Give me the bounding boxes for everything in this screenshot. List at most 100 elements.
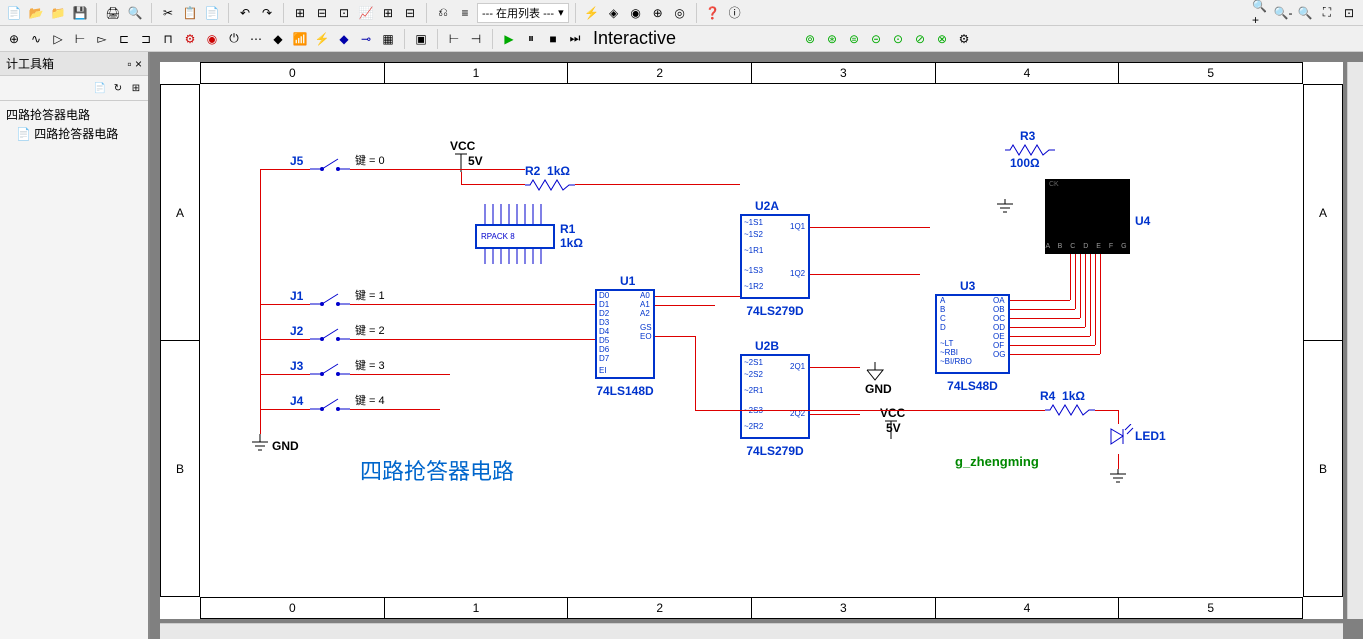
schematic-drawing[interactable]: J5 键 = 0 J1 键 = 1 J2 键 = 2 J3 键 = 3 J4 键… bbox=[200, 84, 1303, 597]
mixed-icon[interactable]: ⚙ bbox=[180, 29, 200, 49]
redo-icon[interactable]: ↷ bbox=[257, 3, 277, 23]
u2b-ref: U2B bbox=[755, 339, 779, 353]
probe1-icon[interactable]: ⊚ bbox=[800, 29, 820, 49]
paste-icon[interactable]: 📄 bbox=[202, 3, 222, 23]
tool-d-icon[interactable]: ⊕ bbox=[648, 3, 668, 23]
r1-ref: R1 bbox=[560, 222, 575, 236]
indicator-icon[interactable]: ◉ bbox=[202, 29, 222, 49]
gnd-symbol-led bbox=[1108, 469, 1128, 487]
ttl-icon[interactable]: ⊏ bbox=[114, 29, 134, 49]
save-icon[interactable]: 💾 bbox=[70, 3, 90, 23]
resistor-r4[interactable] bbox=[1045, 404, 1095, 416]
comp-j2-ref: J2 bbox=[290, 324, 303, 338]
pause-icon[interactable]: ⏸ bbox=[521, 29, 541, 49]
tree-sheet[interactable]: 📄 四路抢答器电路 bbox=[4, 124, 144, 143]
diode-icon[interactable]: ▷ bbox=[48, 29, 68, 49]
rf-icon[interactable]: 📶 bbox=[290, 29, 310, 49]
open-recent-icon[interactable]: 📁 bbox=[48, 3, 68, 23]
window4-icon[interactable]: ⊞ bbox=[378, 3, 398, 23]
settings-icon[interactable]: ⚙ bbox=[954, 29, 974, 49]
sim-mode-label: Interactive bbox=[593, 28, 676, 49]
misc-icon[interactable]: ⋯ bbox=[246, 29, 266, 49]
print-preview-icon[interactable]: 🔍 bbox=[125, 3, 145, 23]
zoom-fit-icon[interactable]: ⛶ bbox=[1317, 3, 1337, 23]
tool-c-icon[interactable]: ◉ bbox=[626, 3, 646, 23]
hierarchy-icon[interactable]: ⎌ bbox=[433, 3, 453, 23]
window3-icon[interactable]: ⊡ bbox=[334, 3, 354, 23]
r3-val: 100Ω bbox=[1010, 156, 1040, 170]
open-file-icon[interactable]: 📂 bbox=[26, 3, 46, 23]
switch-j3[interactable] bbox=[310, 359, 350, 379]
bus-icon[interactable]: ⊢ bbox=[444, 29, 464, 49]
u3-ref: U3 bbox=[960, 279, 975, 293]
probe2-icon[interactable]: ⊛ bbox=[822, 29, 842, 49]
info-icon[interactable]: ⓘ bbox=[725, 3, 745, 23]
probe3-icon[interactable]: ⊜ bbox=[844, 29, 864, 49]
schematic-sheet[interactable]: 012 345 012 345 AB AB J5 键 = 0 J1 bbox=[160, 62, 1343, 619]
switch-j2[interactable] bbox=[310, 324, 350, 344]
run-icon[interactable]: ▶ bbox=[499, 29, 519, 49]
resistor-icon[interactable]: ∿ bbox=[26, 29, 46, 49]
new-file-icon[interactable]: 📄 bbox=[4, 3, 24, 23]
switch-j5[interactable] bbox=[310, 154, 350, 174]
j3-key: 键 = 3 bbox=[355, 357, 385, 373]
resistor-r3[interactable] bbox=[1005, 144, 1055, 156]
fullscreen-icon[interactable]: ⊡ bbox=[1339, 3, 1359, 23]
junction-icon[interactable]: ⊣ bbox=[466, 29, 486, 49]
scrollbar-horizontal[interactable] bbox=[160, 623, 1343, 639]
zoom-area-icon[interactable]: 🔍 bbox=[1295, 3, 1315, 23]
undo-icon[interactable]: ↶ bbox=[235, 3, 255, 23]
window5-icon[interactable]: ⊟ bbox=[400, 3, 420, 23]
graph-icon[interactable]: 📈 bbox=[356, 3, 376, 23]
component-list-dropdown[interactable]: --- 在用列表 --- ▾ bbox=[477, 3, 569, 23]
panel-view-icon[interactable]: ⊞ bbox=[128, 80, 144, 96]
zoom-in-icon[interactable]: 🔍+ bbox=[1251, 3, 1271, 23]
mcu-icon[interactable]: ▦ bbox=[378, 29, 398, 49]
panel-collapse-icon[interactable]: ▫ × bbox=[127, 57, 142, 71]
analog-icon[interactable]: ▻ bbox=[92, 29, 112, 49]
cmos-icon[interactable]: ⊐ bbox=[136, 29, 156, 49]
rpack-pins bbox=[480, 204, 555, 264]
display-u4[interactable]: CK A B C D E F G bbox=[1045, 179, 1130, 254]
electro-icon[interactable]: ⚡ bbox=[312, 29, 332, 49]
list-icon[interactable]: ≡ bbox=[455, 3, 475, 23]
stop-icon[interactable]: ■ bbox=[543, 29, 563, 49]
r2-ref: R2 1kΩ bbox=[525, 164, 570, 178]
misc-digital-icon[interactable]: ⊓ bbox=[158, 29, 178, 49]
print-icon[interactable]: 🖨 bbox=[103, 3, 123, 23]
hier-block-icon[interactable]: ▣ bbox=[411, 29, 431, 49]
advanced-icon[interactable]: ◆ bbox=[268, 29, 288, 49]
tool-b-icon[interactable]: ◈ bbox=[604, 3, 624, 23]
toolbar-main: 📄 📂 📁 💾 🖨 🔍 ✂ 📋 📄 ↶ ↷ ⊞ ⊟ ⊡ 📈 ⊞ ⊟ ⎌ ≡ --… bbox=[0, 0, 1363, 26]
tool-e-icon[interactable]: ◎ bbox=[670, 3, 690, 23]
connector-icon[interactable]: ⊸ bbox=[356, 29, 376, 49]
step-icon[interactable]: ⏭ bbox=[565, 29, 585, 49]
switch-j1[interactable] bbox=[310, 289, 350, 309]
erc-icon[interactable]: ⚡ bbox=[582, 3, 602, 23]
copy-icon[interactable]: 📋 bbox=[180, 3, 200, 23]
scrollbar-vertical[interactable] bbox=[1347, 62, 1363, 619]
probe6-icon[interactable]: ⊘ bbox=[910, 29, 930, 49]
window1-icon[interactable]: ⊞ bbox=[290, 3, 310, 23]
probe4-icon[interactable]: ⊝ bbox=[866, 29, 886, 49]
tree-project[interactable]: 四路抢答器电路 bbox=[4, 105, 144, 124]
cut-icon[interactable]: ✂ bbox=[158, 3, 178, 23]
power-icon[interactable]: ⏻ bbox=[224, 29, 244, 49]
probe5-icon[interactable]: ⊙ bbox=[888, 29, 908, 49]
j5-key: 键 = 0 bbox=[355, 152, 385, 168]
help-icon[interactable]: ❓ bbox=[703, 3, 723, 23]
resistor-r2[interactable] bbox=[525, 179, 575, 191]
panel-new-icon[interactable]: 📄 bbox=[92, 80, 108, 96]
led1[interactable] bbox=[1105, 424, 1135, 457]
probe7-icon[interactable]: ⊗ bbox=[932, 29, 952, 49]
source-icon[interactable]: ⊕ bbox=[4, 29, 24, 49]
u3-part: 74LS48D bbox=[930, 379, 1015, 393]
transistor-icon[interactable]: ⊢ bbox=[70, 29, 90, 49]
zoom-out-icon[interactable]: 🔍- bbox=[1273, 3, 1293, 23]
window2-icon[interactable]: ⊟ bbox=[312, 3, 332, 23]
panel-refresh-icon[interactable]: ↻ bbox=[110, 80, 126, 96]
gnd2-label: GND bbox=[865, 382, 892, 396]
nist-icon[interactable]: ◆ bbox=[334, 29, 354, 49]
schematic-canvas-area: 012 345 012 345 AB AB J5 键 = 0 J1 bbox=[150, 52, 1363, 639]
switch-j4[interactable] bbox=[310, 394, 350, 414]
